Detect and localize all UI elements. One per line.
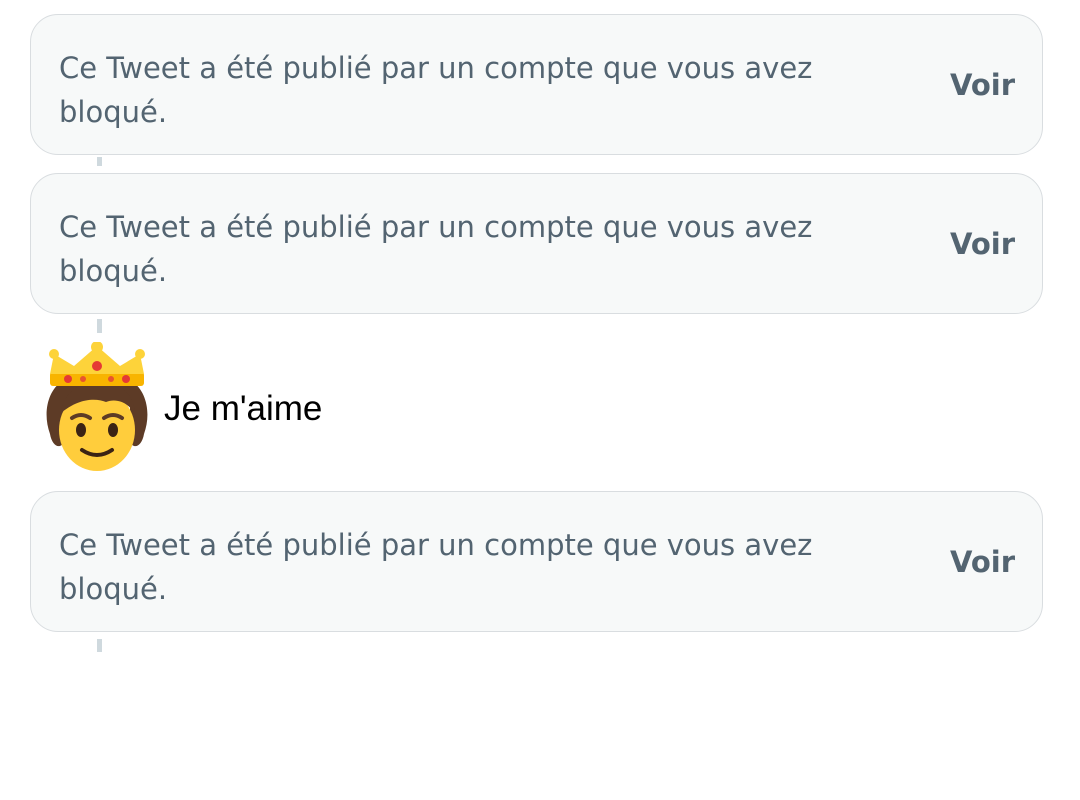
reply-text-row: Je m'aime — [38, 342, 322, 474]
reply-text: Je m'aime — [164, 389, 323, 428]
crowned-person-icon — [46, 342, 148, 471]
blocked-tweet-message: Ce Tweet a été publié par un compte que … — [59, 51, 813, 129]
blocked-tweet-message: Ce Tweet a été publié par un compte que … — [59, 210, 813, 288]
thread-line — [97, 157, 102, 166]
blocked-tweet-message: Ce Tweet a été publié par un compte que … — [59, 528, 813, 606]
blocked-tweet-card: Ce Tweet a été publié par un compte que … — [30, 173, 1043, 314]
thread-line — [97, 639, 102, 652]
view-button[interactable]: Voir — [950, 545, 1015, 579]
blocked-tweet-card: Ce Tweet a été publié par un compte que … — [30, 491, 1043, 632]
view-button[interactable]: Voir — [950, 227, 1015, 261]
view-button[interactable]: Voir — [950, 68, 1015, 102]
blocked-tweet-card: Ce Tweet a été publié par un compte que … — [30, 14, 1043, 155]
thread-line — [97, 319, 102, 333]
